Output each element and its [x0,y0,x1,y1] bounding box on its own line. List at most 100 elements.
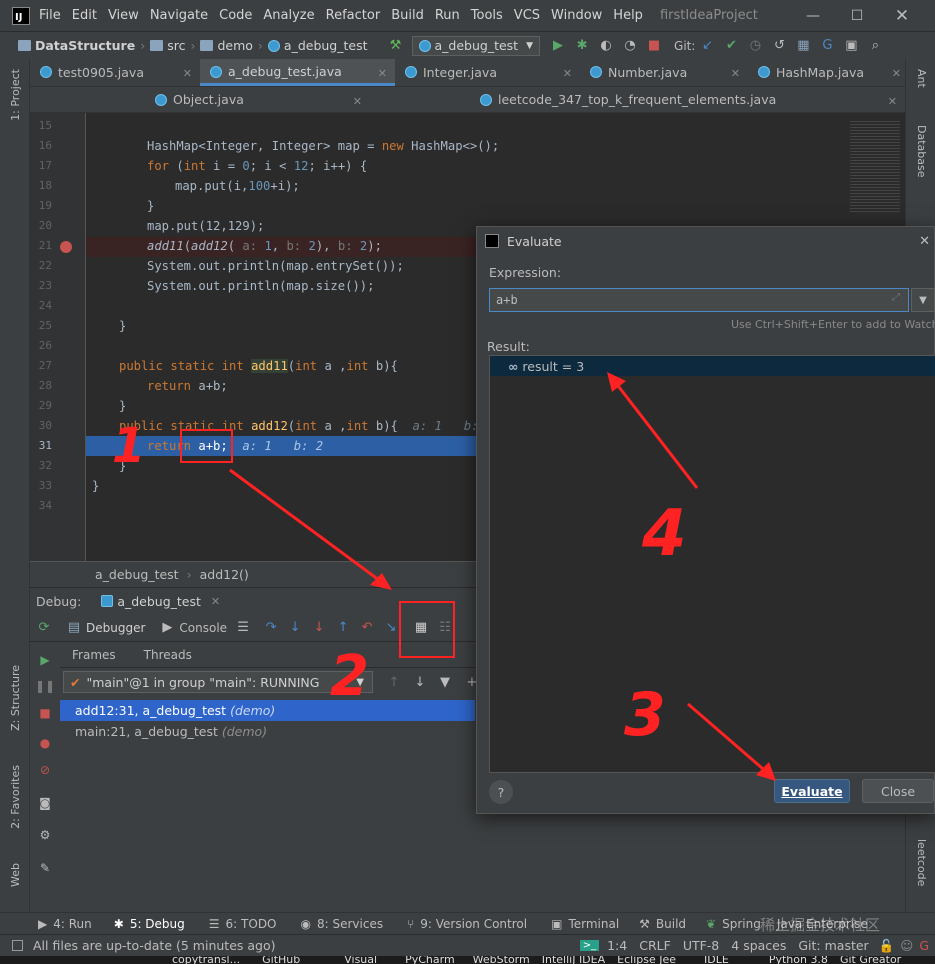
menu-run[interactable]: Run [435,8,460,23]
help-button[interactable]: ? [489,780,513,804]
tab-object[interactable]: Object.java ✕ [145,87,370,112]
close-button[interactable]: Close [862,779,934,803]
line-separator[interactable]: CRLF [639,938,671,953]
close-icon[interactable]: ✕ [563,67,572,80]
close-icon[interactable]: ✕ [731,67,740,80]
git-update-icon[interactable]: ↙ [699,38,715,54]
toggle-tool-windows-icon[interactable] [12,940,23,951]
git-history-icon[interactable]: ◷ [747,38,763,54]
view-breakpoints-icon[interactable]: ● [37,735,53,751]
ant-tool-button[interactable]: Ant [915,69,928,88]
project-structure-icon[interactable]: ▦ [795,38,811,54]
drop-frame-icon[interactable]: ↶ [359,620,375,636]
pin-icon[interactable]: ✎ [37,860,53,876]
tab-test0905[interactable]: test0905.java ✕ [30,59,200,86]
result-row[interactable]: ∞ result = 3 [490,356,935,376]
thread-select[interactable]: ✔ "main"@1 in group "main": RUNNING ▼ [63,671,373,693]
tab-threads[interactable]: Threads [144,648,192,662]
close-icon[interactable]: ✕ [183,67,192,80]
expression-input[interactable]: a+b ⤢ [489,288,909,312]
taskbar-item[interactable]: Eclipse Jee [617,956,676,964]
debug-bug-icon[interactable]: ✱ [574,38,590,54]
debug-session-tab[interactable]: a_debug_test [117,594,201,609]
close-window-button[interactable]: ✕ [880,0,924,31]
tab-hashmap[interactable]: HashMap.java ✕ [748,59,905,86]
breadcrumb-class[interactable]: a_debug_test [95,567,179,582]
terminal-status-icon[interactable]: >_ [579,940,600,951]
menu-lines-icon[interactable]: ☰ [235,620,251,636]
taskbar-item[interactable]: IntelliJ IDEA [542,956,605,964]
taskbar-item[interactable]: Python 3.8 [769,956,828,964]
inspector-icon[interactable]: ☺ [900,938,913,953]
close-icon[interactable]: ✕ [888,95,897,108]
console-tab[interactable]: Console [179,621,227,635]
menu-analyze[interactable]: Analyze [263,8,314,23]
nav-crumb-class[interactable]: a_debug_test [267,38,368,53]
tool-debug[interactable]: ✱ 5: Debug [114,917,185,931]
structure-tool-button[interactable]: Z: Structure [9,665,22,731]
tool-todo[interactable]: ☰ 6: TODO [209,917,277,931]
menu-build[interactable]: Build [391,8,424,23]
run-icon[interactable]: ▶ [550,38,566,54]
tab-integer[interactable]: Integer.java ✕ [395,59,580,86]
tab-number[interactable]: Number.java ✕ [580,59,748,86]
tab-a-debug-test[interactable]: a_debug_test.java ✕ [200,59,395,86]
menu-navigate[interactable]: Navigate [150,8,208,23]
filter-icon[interactable]: ▼ [437,674,453,690]
pause-icon[interactable]: ❚❚ [35,678,55,694]
step-out-icon[interactable]: ↑ [335,620,351,636]
trace-icon[interactable]: ☷ [437,620,453,636]
tab-frames[interactable]: Frames [72,648,116,662]
mute-breakpoints-icon[interactable]: ⊘ [37,762,53,778]
tool-version-control[interactable]: ⑂ 9: Version Control [407,917,527,931]
frame-item[interactable]: main:21, a_debug_test (demo) [60,721,475,742]
expression-history-dropdown[interactable]: ▼ [911,288,935,312]
rerun-icon[interactable]: ⟳ [36,620,52,636]
settings-gear-icon[interactable]: ⚙ [37,827,53,843]
translate-icon[interactable]: G [819,38,835,54]
caret-position[interactable]: 1:4 [607,938,627,953]
coverage-icon[interactable]: ◐ [598,38,614,54]
project-tool-button[interactable]: 1: Project [9,69,22,121]
stop-icon[interactable]: ■ [646,38,662,54]
file-encoding[interactable]: UTF-8 [683,938,719,953]
maximize-button[interactable]: ☐ [835,0,879,31]
git-rollback-icon[interactable]: ↺ [771,38,787,54]
frame-up-icon[interactable]: ↑ [386,674,402,690]
evaluate-expression-icon[interactable]: ▦ [413,620,429,636]
build-hammer-icon[interactable]: ⚒ [388,38,404,54]
tool-services[interactable]: ◉ 8: Services [301,917,384,931]
evaluate-button[interactable]: Evaluate [774,779,850,803]
run-to-cursor-icon[interactable]: ↘ [383,620,399,636]
tool-spring[interactable]: ❦ Spring [706,917,761,931]
taskbar-item[interactable]: PyCharm [405,956,455,964]
nav-crumb-project[interactable]: DataStructure › [18,38,150,53]
leetcode-tool-button[interactable]: leetcode [915,839,928,886]
taskbar-item[interactable]: Git Greator [840,956,901,964]
step-into-icon[interactable]: ↓ [287,620,303,636]
nav-crumb-src[interactable]: src › [150,38,200,53]
menu-window[interactable]: Window [551,8,602,23]
menu-refactor[interactable]: Refactor [326,8,381,23]
taskbar-item[interactable]: Visual [344,956,377,964]
editor-minimap[interactable] [850,119,900,214]
terminal-window-icon[interactable]: ▣ [843,38,859,54]
taskbar-item[interactable]: copytransl... [172,956,240,964]
tool-run[interactable]: ▶ 4: Run [38,917,92,931]
taskbar-item[interactable]: WebStorm [473,956,530,964]
close-icon[interactable]: ✕ [353,95,362,108]
expand-icon[interactable]: ⤢ [892,292,900,303]
git-commit-icon[interactable]: ✔ [723,38,739,54]
web-tool-button[interactable]: Web [9,863,22,887]
tool-terminal[interactable]: ▣ Terminal [551,917,619,931]
menu-edit[interactable]: Edit [72,8,97,23]
breakpoint-icon[interactable] [60,241,72,253]
nav-crumb-demo[interactable]: demo › [200,38,267,53]
search-icon[interactable]: ⌕ [867,38,883,54]
lock-icon[interactable]: 🔓 [879,938,895,954]
tool-build[interactable]: ⚒ Build [639,917,686,931]
google-icon[interactable]: G [919,938,929,953]
result-tree[interactable]: ∞ result = 3 [489,355,935,773]
stop-icon[interactable]: ■ [37,705,53,721]
taskbar-item[interactable]: GitHub [262,956,300,964]
